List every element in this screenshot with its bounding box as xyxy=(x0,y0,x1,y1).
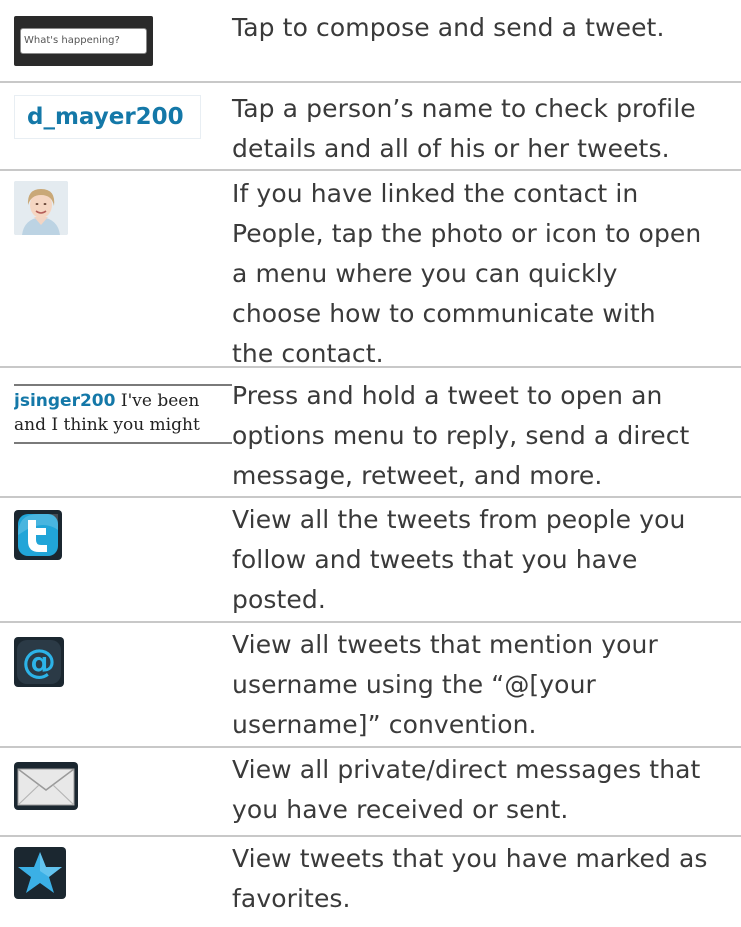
tweet-text: I've been xyxy=(120,391,200,411)
compose-field: What's happening? xyxy=(20,28,147,54)
row-description: If you have linked the contact in People… xyxy=(232,179,702,368)
table-row: View all the tweets from people you foll… xyxy=(0,498,741,623)
row-description: View tweets that you have marked as favo… xyxy=(232,844,708,913)
tweet-text: and I think you might xyxy=(14,415,200,435)
table-row: View all private/direct messages that yo… xyxy=(0,748,741,837)
row-description: Tap a person’s name to check profile det… xyxy=(232,94,696,163)
table-row: d_mayer200 Tap a person’s name to check … xyxy=(0,83,741,171)
feature-table: What's happening? Tap to compose and sen… xyxy=(0,0,741,927)
table-row: @ View all tweets that mention your user… xyxy=(0,623,741,748)
table-row: If you have linked the contact in People… xyxy=(0,171,741,368)
tweet-username: jsinger200 xyxy=(14,391,116,411)
row-description: View all the tweets from people you foll… xyxy=(232,505,686,614)
row-description: Tap to compose and send a tweet. xyxy=(232,13,665,42)
table-row: View tweets that you have marked as favo… xyxy=(0,837,741,927)
table-row: jsinger200 I've been and I think you mig… xyxy=(0,368,741,498)
svg-text:@: @ xyxy=(22,642,56,682)
row-description: View all tweets that mention your userna… xyxy=(232,630,658,739)
row-description: Press and hold a tweet to open an option… xyxy=(232,381,690,490)
row-description: View all private/direct messages that yo… xyxy=(232,755,701,824)
table-row: What's happening? Tap to compose and sen… xyxy=(0,0,741,83)
